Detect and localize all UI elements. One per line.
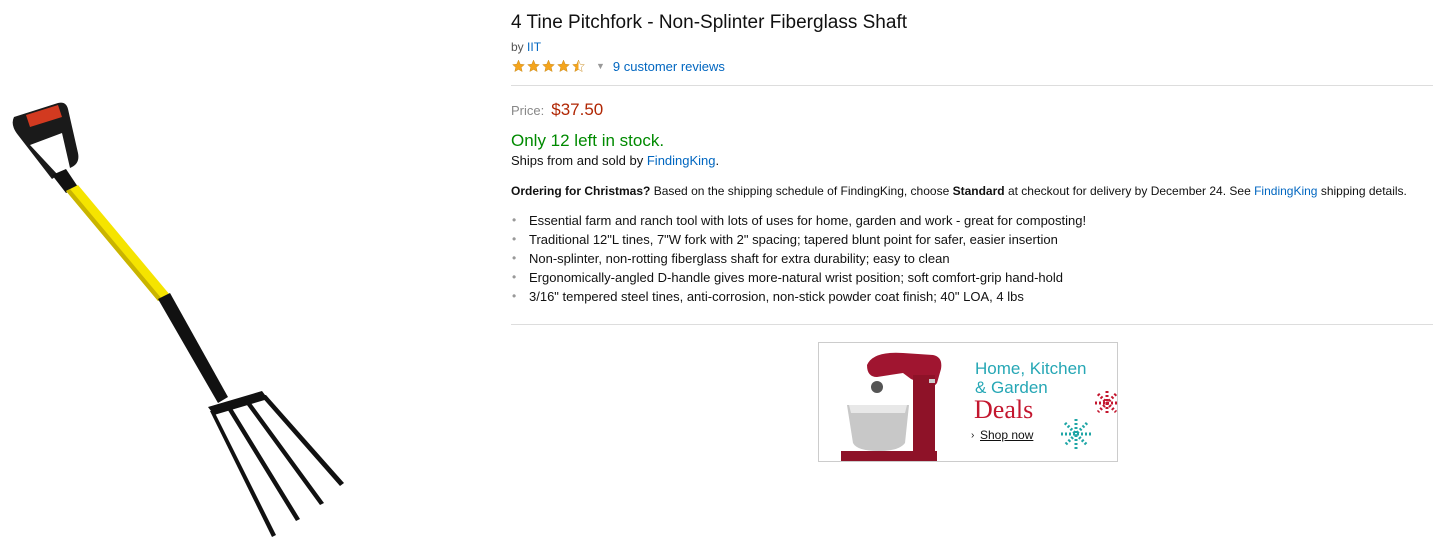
stand-mixer-image xyxy=(841,352,942,461)
star-icon xyxy=(527,59,540,73)
price-label: Price: xyxy=(511,103,545,118)
shop-now-link[interactable]: Shop now xyxy=(980,428,1033,442)
half-star-icon xyxy=(572,59,585,73)
star-icon xyxy=(512,59,525,73)
chevron-right-icon: › xyxy=(971,430,975,441)
ships-suffix: . xyxy=(715,153,720,168)
divider xyxy=(511,85,1433,86)
product-image[interactable] xyxy=(0,95,360,545)
byline: by IIT xyxy=(511,39,1433,55)
price-row: Price: $37.50 xyxy=(511,100,1433,120)
ships-from: Ships from and sold by FindingKing. xyxy=(511,152,1433,169)
feature-bullet: Non-splinter, non-rotting fiberglass sha… xyxy=(511,249,1433,268)
ad-headline: Home, Kitchen & Garden xyxy=(975,359,1087,397)
star-icon xyxy=(557,59,570,73)
christmas-text-3: shipping details. xyxy=(1320,184,1407,198)
christmas-text-2: at checkout for delivery by December 24.… xyxy=(1007,184,1251,198)
star-rating[interactable] xyxy=(511,59,586,73)
stock-status: Only 12 left in stock. xyxy=(511,131,665,150)
feature-bullet: Ergonomically-angled D-handle gives more… xyxy=(511,268,1433,287)
rating-row: ▼ 9 customer reviews xyxy=(511,57,1433,75)
chevron-down-icon[interactable]: ▼ xyxy=(596,61,605,71)
seller-link[interactable]: FindingKing xyxy=(647,153,716,168)
ships-prefix: Ships from and sold by xyxy=(511,153,644,168)
customer-reviews-link[interactable]: 9 customer reviews xyxy=(613,59,725,74)
deals-ad-banner[interactable]: Home, Kitchen & Garden Deals › Shop now xyxy=(818,342,1118,462)
feature-bullet: Essential farm and ranch tool with lots … xyxy=(511,211,1433,230)
snowflake-icon xyxy=(1061,419,1091,449)
price-value: $37.50 xyxy=(551,100,604,119)
product-info: 4 Tine Pitchfork - Non-Splinter Fibergla… xyxy=(511,10,1433,325)
christmas-lead: Ordering for Christmas? xyxy=(511,184,651,198)
ad-deals: Deals xyxy=(974,395,1034,424)
feature-bullet: 3/16" tempered steel tines, anti-corrosi… xyxy=(511,287,1433,306)
snowflake-icon xyxy=(1095,391,1117,415)
christmas-notice: Ordering for Christmas? Based on the shi… xyxy=(511,183,1433,199)
christmas-text-1: Based on the shipping schedule of Findin… xyxy=(653,184,950,198)
christmas-seller-link[interactable]: FindingKing xyxy=(1254,184,1317,198)
divider xyxy=(511,324,1433,325)
feature-bullets: Essential farm and ranch tool with lots … xyxy=(511,211,1433,306)
christmas-standard: Standard xyxy=(952,184,1005,198)
product-title: 4 Tine Pitchfork - Non-Splinter Fibergla… xyxy=(511,12,908,33)
brand-link[interactable]: IIT xyxy=(527,40,541,54)
by-prefix: by xyxy=(511,40,524,54)
ad-line-1: Home, Kitchen xyxy=(975,359,1087,378)
star-icon xyxy=(542,59,555,73)
feature-bullet: Traditional 12"L tines, 7"W fork with 2"… xyxy=(511,230,1433,249)
